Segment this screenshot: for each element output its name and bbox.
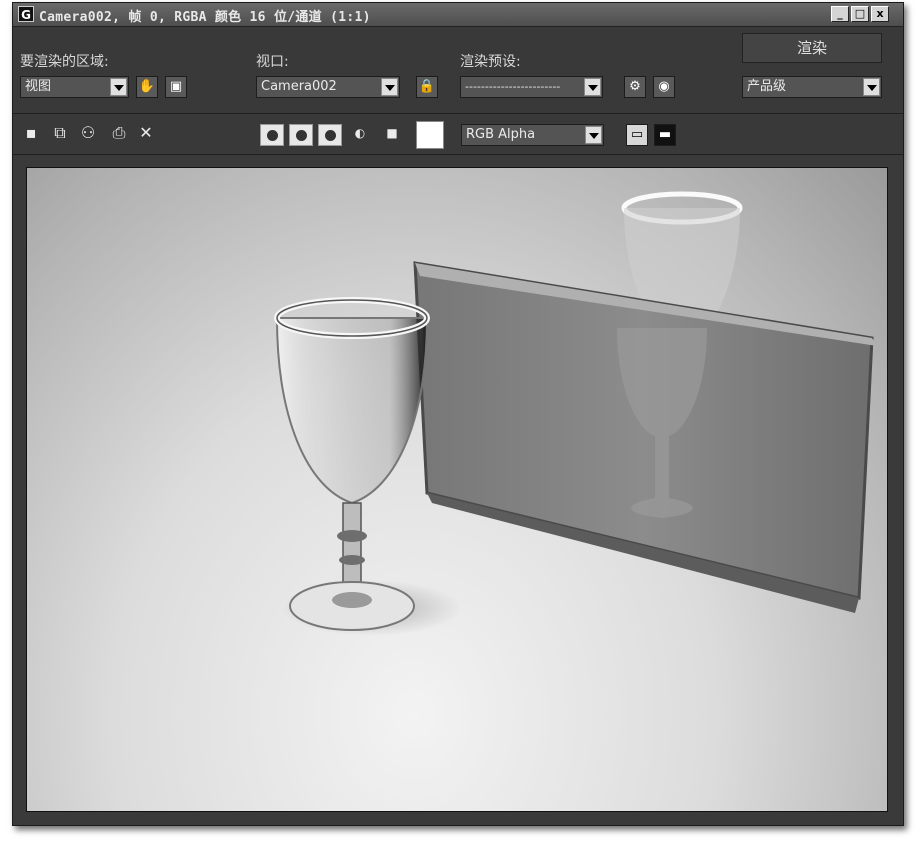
render-scene xyxy=(274,191,877,636)
hand-icon[interactable]: ✋ xyxy=(136,76,158,98)
save-icon[interactable]: ▪ xyxy=(21,123,41,143)
close-icon[interactable]: ✕ xyxy=(136,123,156,143)
quality-value: 产品级 xyxy=(747,79,787,94)
render-frame-window: G Camera002, 帧 0, RGBA 颜色 16 位/通道 (1:1) … xyxy=(12,2,904,826)
stem-knot-1 xyxy=(337,530,367,542)
viewport-dropdown[interactable]: Camera002 xyxy=(256,76,400,98)
stem-knot-2 xyxy=(339,555,365,565)
close-button[interactable]: x xyxy=(871,6,889,22)
title-bar[interactable]: G Camera002, 帧 0, RGBA 颜色 16 位/通道 (1:1) … xyxy=(13,3,903,27)
quality-dropdown[interactable]: 产品级 xyxy=(742,76,882,98)
toggle-ui-overlay-icon[interactable]: ▭ xyxy=(626,124,648,146)
monochrome-icon[interactable]: ■ xyxy=(382,123,402,143)
environment-icon[interactable]: ◉ xyxy=(653,76,675,98)
render-button[interactable]: 渲染 xyxy=(742,33,882,63)
render-area-value: 视图 xyxy=(25,79,52,94)
copy-icon[interactable]: ⧉ xyxy=(50,123,70,143)
toggle-ui-icon[interactable]: ▬ xyxy=(654,124,676,146)
lock-icon[interactable]: 🔒 xyxy=(416,76,438,98)
render-preset-dropdown[interactable]: ------------------------ xyxy=(460,76,603,98)
render-options-panel: 要渲染的区域: 视图 ✋ ▣ 视口: Camera002 🔒 渲染预设: ---… xyxy=(13,27,903,114)
print-icon[interactable]: ⎙ xyxy=(109,123,129,143)
render-setup-icon[interactable]: ⚙ xyxy=(624,76,646,98)
window-title: Camera002, 帧 0, RGBA 颜色 16 位/通道 (1:1) xyxy=(39,10,371,25)
channel-dropdown[interactable]: RGB Alpha xyxy=(461,124,604,146)
front-glass-stem xyxy=(342,502,362,594)
color-swatch[interactable] xyxy=(416,121,444,149)
blue-channel-toggle[interactable] xyxy=(318,124,342,146)
red-channel-toggle[interactable] xyxy=(260,124,284,146)
minimize-button[interactable]: _ xyxy=(831,6,849,22)
chevron-down-icon xyxy=(381,78,398,96)
render-area-dropdown[interactable]: 视图 xyxy=(20,76,129,98)
app-icon: G xyxy=(18,6,34,22)
render-area-label: 要渲染的区域: xyxy=(20,54,109,70)
viewport-label: 视口: xyxy=(256,54,289,70)
maximize-button[interactable]: □ xyxy=(851,6,869,22)
region-icon[interactable]: ▣ xyxy=(165,76,187,98)
chevron-down-icon xyxy=(585,126,602,144)
render-preset-value: ------------------------ xyxy=(465,80,561,93)
front-glass-bowl xyxy=(275,317,429,505)
channel-value: RGB Alpha xyxy=(466,127,536,142)
green-channel-toggle[interactable] xyxy=(289,124,313,146)
base-center xyxy=(332,592,372,608)
chevron-down-icon xyxy=(863,78,880,96)
render-preset-label: 渲染预设: xyxy=(460,54,521,70)
clone-icon[interactable]: ⚇ xyxy=(78,123,98,143)
alpha-channel-icon[interactable]: ◐ xyxy=(350,123,370,143)
rendered-image xyxy=(26,167,888,812)
frame-toolbar: ▪ ⧉ ⚇ ⎙ ✕ ◐ ■ RGB Alpha ▭ ▬ xyxy=(13,114,903,155)
chevron-down-icon xyxy=(110,78,127,96)
viewport-value: Camera002 xyxy=(261,79,337,94)
chevron-down-icon xyxy=(584,78,601,96)
